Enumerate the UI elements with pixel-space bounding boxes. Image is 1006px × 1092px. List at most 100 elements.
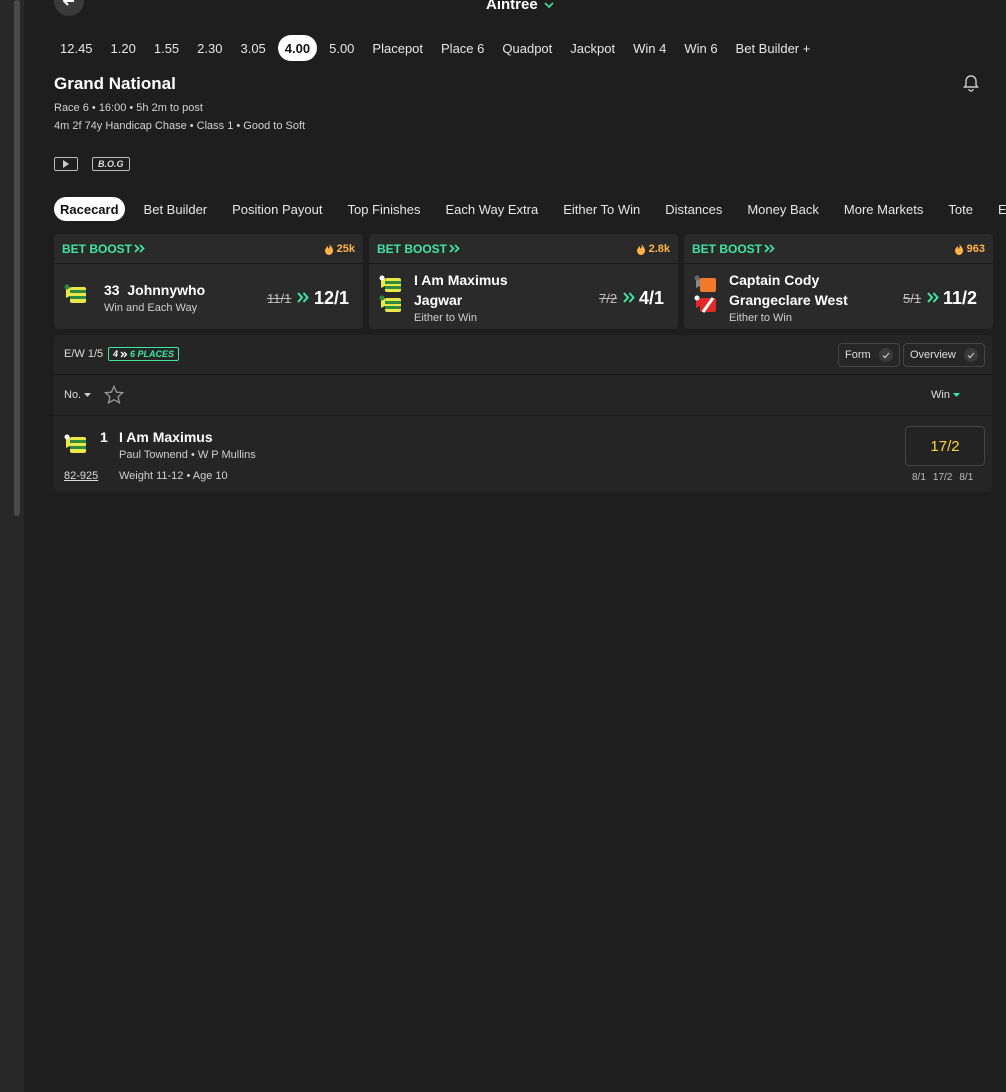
- double-chevron-icon: [120, 351, 128, 357]
- places-original: 4: [113, 349, 119, 359]
- boost-count: 25k: [324, 242, 355, 255]
- boost-selection-name: Captain Cody: [729, 272, 820, 288]
- tab-exotics[interactable]: Exot: [992, 197, 1006, 221]
- bell-icon[interactable]: [962, 74, 980, 97]
- scrollbar-thumb[interactable]: [14, 0, 20, 516]
- flame-icon: [954, 242, 963, 255]
- sort-no-label: No.: [64, 389, 82, 401]
- odds-history: 8/1 17/2 8/1: [912, 472, 973, 483]
- bet-boost-card[interactable]: BET BOOST 963 Captain Cody Grangeclare W…: [684, 234, 993, 329]
- tab-top-finishes[interactable]: Top Finishes: [341, 197, 426, 221]
- tab-bet-builder[interactable]: Bet Builder: [138, 197, 214, 221]
- bog-badge: B.O.G: [92, 157, 130, 171]
- tab-each-way-extra[interactable]: Each Way Extra: [439, 197, 544, 221]
- tab-place-6[interactable]: Place 6: [435, 35, 490, 61]
- runner-row[interactable]: 1 I Am Maximus Paul Townend • W P Mullin…: [54, 416, 992, 492]
- double-chevron-icon: [449, 244, 460, 253]
- check-icon: [963, 348, 978, 362]
- tab-placepot[interactable]: Placepot: [366, 35, 429, 61]
- tab-distances[interactable]: Distances: [659, 197, 728, 221]
- tab-win-4[interactable]: Win 4: [627, 35, 672, 61]
- caret-down-icon: [84, 393, 92, 397]
- tab-tote[interactable]: Tote: [942, 197, 979, 221]
- double-chevron-icon: [764, 244, 775, 253]
- bet-boost-label: BET BOOST: [377, 242, 460, 256]
- flame-icon: [636, 242, 645, 255]
- market-tabs: Racecard Bet Builder Position Payout Top…: [54, 197, 1006, 221]
- boost-new-odds: 4/1: [639, 288, 665, 308]
- boost-selection-no: 33: [104, 282, 120, 298]
- play-icon[interactable]: [54, 157, 78, 171]
- venue-selector[interactable]: Aintree: [486, 0, 554, 13]
- boost-selection-name: I Am Maximus: [414, 272, 508, 288]
- sort-by-number[interactable]: No.: [64, 389, 92, 401]
- caret-down-icon: [953, 393, 960, 397]
- racecard-terms: E/W 1/5 4 6 PLACES Form Overview: [54, 335, 992, 375]
- time-tab[interactable]: 2.30: [191, 35, 228, 61]
- double-chevron-icon: [297, 292, 309, 303]
- sort-win-label: Win: [931, 389, 950, 401]
- tab-position-payout[interactable]: Position Payout: [226, 197, 328, 221]
- bet-boost-card[interactable]: BET BOOST 2.8k I Am Maximus Jagwar Eithe…: [369, 234, 678, 329]
- boost-count: 963: [954, 242, 985, 255]
- boost-new-odds: 12/1: [314, 288, 350, 308]
- form-toggle[interactable]: Form: [838, 343, 900, 367]
- tab-money-back[interactable]: Money Back: [741, 197, 825, 221]
- boost-market: Win and Each Way: [104, 302, 198, 314]
- each-way-terms: E/W 1/5: [64, 348, 104, 360]
- bet-boost-label: BET BOOST: [62, 242, 145, 256]
- bet-boost-card[interactable]: BET BOOST 25k 33 Johnnywho Win and Each …: [54, 234, 363, 329]
- runner-number: 1: [100, 429, 108, 445]
- runner-name: I Am Maximus: [119, 429, 213, 445]
- race-meta: Race 6 • 16:00 • 5h 2m to post: [54, 102, 203, 114]
- venue-name: Aintree: [486, 0, 538, 13]
- boost-old-odds: 5/1: [903, 291, 922, 306]
- boost-old-odds: 11/1: [267, 291, 292, 306]
- silks-icon: [64, 433, 88, 460]
- double-chevron-icon: [623, 292, 635, 303]
- silks-icon: [64, 283, 88, 310]
- tab-jackpot[interactable]: Jackpot: [564, 35, 621, 61]
- boost-old-odds: 7/2: [599, 291, 618, 306]
- tab-either-to-win[interactable]: Either To Win: [557, 197, 646, 221]
- race-conditions: 4m 2f 74y Handicap Chase • Class 1 • Goo…: [54, 120, 306, 132]
- tab-bet-builder-plus[interactable]: Bet Builder +: [730, 35, 817, 61]
- time-tab[interactable]: 1.55: [148, 35, 185, 61]
- boost-market: Either to Win: [729, 312, 792, 324]
- boost-selection-name-2: Jagwar: [414, 292, 463, 308]
- flame-icon: [324, 242, 333, 255]
- time-tab[interactable]: 12.45: [54, 35, 99, 61]
- bet-boost-label: BET BOOST: [692, 242, 775, 256]
- star-icon[interactable]: [103, 384, 125, 410]
- overview-toggle-label: Overview: [910, 349, 956, 361]
- time-tab[interactable]: 5.00: [323, 35, 360, 61]
- places-boosted: 6 PLACES: [130, 349, 175, 359]
- racecard: E/W 1/5 4 6 PLACES Form Overview No. Win…: [54, 335, 992, 492]
- tab-more-markets[interactable]: More Markets: [838, 197, 929, 221]
- boost-selection-name: Johnnywho: [127, 282, 206, 298]
- time-tab-active[interactable]: 4.00: [277, 35, 318, 61]
- silks-icon: [379, 294, 403, 319]
- odds-history-item: 8/1: [959, 472, 974, 483]
- double-chevron-icon: [927, 292, 939, 303]
- back-button[interactable]: [54, 0, 84, 16]
- win-odds-button[interactable]: 17/2: [905, 426, 985, 466]
- time-tab[interactable]: 3.05: [234, 35, 271, 61]
- bet-boosts: BET BOOST 25k 33 Johnnywho Win and Each …: [54, 234, 993, 329]
- silks-icon: [694, 294, 718, 319]
- time-tab[interactable]: 1.20: [105, 35, 142, 61]
- form-toggle-label: Form: [845, 349, 871, 361]
- tab-quadpot[interactable]: Quadpot: [496, 35, 558, 61]
- overview-toggle[interactable]: Overview: [903, 343, 985, 367]
- places-badge: 4 6 PLACES: [108, 347, 180, 361]
- odds-history-item: 8/1: [912, 472, 926, 483]
- tab-win-6[interactable]: Win 6: [678, 35, 723, 61]
- race-time-tabs: 12.45 1.20 1.55 2.30 3.05 4.00 5.00 Plac…: [54, 35, 822, 61]
- runner-form-link[interactable]: 82-925: [64, 470, 98, 482]
- chevron-down-icon: [544, 1, 554, 8]
- top-bar: Aintree: [54, 0, 994, 16]
- tab-racecard[interactable]: Racecard: [54, 197, 125, 221]
- boost-new-odds: 11/2: [943, 288, 978, 308]
- check-icon: [878, 348, 893, 362]
- sort-by-win[interactable]: Win: [931, 389, 960, 401]
